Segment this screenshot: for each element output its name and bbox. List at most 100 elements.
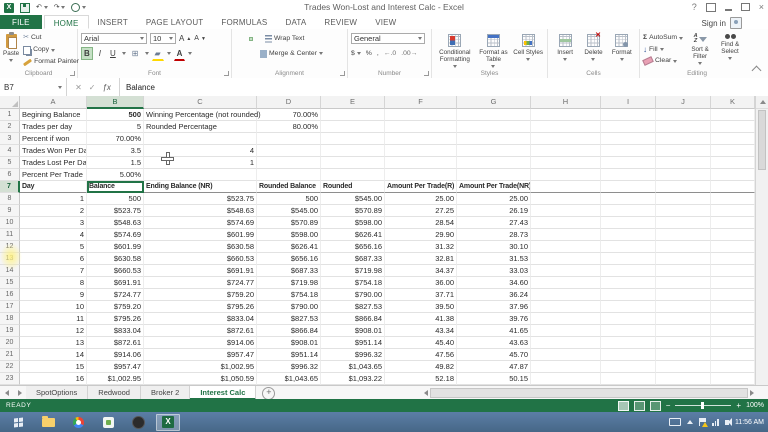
select-all-corner[interactable] bbox=[0, 96, 20, 109]
cell-H21[interactable] bbox=[531, 349, 601, 361]
column-header-E[interactable]: E bbox=[321, 96, 385, 109]
cell-G18[interactable]: 39.76 bbox=[457, 313, 531, 325]
cell-D17[interactable]: $790.00 bbox=[257, 301, 321, 313]
column-header-H[interactable]: H bbox=[531, 96, 601, 109]
cell-H2[interactable] bbox=[531, 121, 601, 133]
cell-E21[interactable]: $996.32 bbox=[321, 349, 385, 361]
cell-I19[interactable] bbox=[601, 325, 656, 337]
cell-E2[interactable] bbox=[321, 121, 385, 133]
cell-B14[interactable]: $660.53 bbox=[87, 265, 144, 277]
cell-F1[interactable] bbox=[385, 109, 457, 121]
cell-F18[interactable]: 41.38 bbox=[385, 313, 457, 325]
cell-B17[interactable]: $759.20 bbox=[87, 301, 144, 313]
cell-C19[interactable]: $872.61 bbox=[144, 325, 257, 337]
cell-C7[interactable]: Ending Balance (NR) bbox=[144, 181, 257, 193]
cell-D8[interactable]: 500 bbox=[257, 193, 321, 205]
cell-G2[interactable] bbox=[457, 121, 531, 133]
cell-G10[interactable]: 27.43 bbox=[457, 217, 531, 229]
cell-A22[interactable]: 15 bbox=[20, 361, 87, 373]
cell-G4[interactable] bbox=[457, 145, 531, 157]
cell-D18[interactable]: $827.53 bbox=[257, 313, 321, 325]
cell-G23[interactable]: 50.15 bbox=[457, 373, 531, 385]
font-color-button[interactable]: A bbox=[174, 47, 186, 61]
cell-A15[interactable]: 8 bbox=[20, 277, 87, 289]
cell-H19[interactable] bbox=[531, 325, 601, 337]
cell-G6[interactable] bbox=[457, 169, 531, 181]
row-header-20[interactable]: 20 bbox=[0, 337, 20, 349]
row-header-7[interactable]: 7 bbox=[0, 181, 20, 193]
align-right-button[interactable] bbox=[249, 52, 253, 56]
cell-G9[interactable]: 26.19 bbox=[457, 205, 531, 217]
network-icon[interactable] bbox=[712, 419, 719, 426]
cell-A1[interactable]: Begining Balance bbox=[20, 109, 87, 121]
align-left-button[interactable] bbox=[235, 52, 239, 56]
column-header-F[interactable]: F bbox=[385, 96, 457, 109]
cell-C18[interactable]: $833.04 bbox=[144, 313, 257, 325]
cell-F23[interactable]: 52.18 bbox=[385, 373, 457, 385]
horizontal-scrollbar[interactable] bbox=[424, 388, 754, 397]
cell-D23[interactable]: $1,043.65 bbox=[257, 373, 321, 385]
cell-D5[interactable] bbox=[257, 157, 321, 169]
cell-C9[interactable]: $548.63 bbox=[144, 205, 257, 217]
cell-C23[interactable]: $1,050.59 bbox=[144, 373, 257, 385]
autosum-button[interactable]: ΣAutoSum bbox=[643, 33, 683, 43]
cell-B19[interactable]: $833.04 bbox=[87, 325, 144, 337]
cell-K16[interactable] bbox=[711, 289, 755, 301]
cell-C17[interactable]: $795.26 bbox=[144, 301, 257, 313]
cell-B11[interactable]: $574.69 bbox=[87, 229, 144, 241]
cell-J21[interactable] bbox=[656, 349, 711, 361]
minimize-icon[interactable] bbox=[725, 9, 732, 11]
cell-F15[interactable]: 36.00 bbox=[385, 277, 457, 289]
cell-I6[interactable] bbox=[601, 169, 656, 181]
cell-J3[interactable] bbox=[656, 133, 711, 145]
cell-J18[interactable] bbox=[656, 313, 711, 325]
cell-C14[interactable]: $691.91 bbox=[144, 265, 257, 277]
cell-D15[interactable]: $719.98 bbox=[257, 277, 321, 289]
cell-G12[interactable]: 30.10 bbox=[457, 241, 531, 253]
cell-H12[interactable] bbox=[531, 241, 601, 253]
cell-C22[interactable]: $1,002.95 bbox=[144, 361, 257, 373]
cell-G14[interactable]: 33.03 bbox=[457, 265, 531, 277]
cell-K23[interactable] bbox=[711, 373, 755, 385]
cell-B4[interactable]: 3.5 bbox=[87, 145, 144, 157]
cell-H1[interactable] bbox=[531, 109, 601, 121]
format-painter-button[interactable]: Format Painter bbox=[23, 57, 79, 67]
cell-J22[interactable] bbox=[656, 361, 711, 373]
column-header-C[interactable]: C bbox=[144, 96, 257, 109]
page-layout-view-icon[interactable] bbox=[634, 401, 645, 411]
find-select-button[interactable]: Find & Select bbox=[717, 32, 743, 66]
cell-A14[interactable]: 7 bbox=[20, 265, 87, 277]
cell-H23[interactable] bbox=[531, 373, 601, 385]
cell-B20[interactable]: $872.61 bbox=[87, 337, 144, 349]
percent-style-button[interactable]: % bbox=[366, 49, 372, 59]
cell-A3[interactable]: Percent if won bbox=[20, 133, 87, 145]
row-header-21[interactable]: 21 bbox=[0, 349, 20, 361]
cell-D3[interactable] bbox=[257, 133, 321, 145]
cell-F13[interactable]: 32.81 bbox=[385, 253, 457, 265]
cell-G1[interactable] bbox=[457, 109, 531, 121]
cell-I2[interactable] bbox=[601, 121, 656, 133]
cell-K5[interactable] bbox=[711, 157, 755, 169]
conditional-formatting-button[interactable]: Conditional Formatting bbox=[435, 32, 475, 68]
clock[interactable]: 11:56 AM bbox=[735, 419, 764, 426]
cell-I22[interactable] bbox=[601, 361, 656, 373]
cell-C1[interactable]: Winning Percentage (not rounded) bbox=[144, 109, 257, 121]
app-taskbar-button[interactable] bbox=[96, 414, 120, 431]
row-header-15[interactable]: 15 bbox=[0, 277, 20, 289]
sheet-tab-interest-calc[interactable]: Interest Calc bbox=[190, 386, 256, 400]
cell-C8[interactable]: $523.75 bbox=[144, 193, 257, 205]
cell-D19[interactable]: $866.84 bbox=[257, 325, 321, 337]
cell-D9[interactable]: $545.00 bbox=[257, 205, 321, 217]
scroll-up-icon[interactable] bbox=[756, 96, 768, 109]
cell-H20[interactable] bbox=[531, 337, 601, 349]
cell-F20[interactable]: 45.40 bbox=[385, 337, 457, 349]
tab-home[interactable]: HOME bbox=[44, 15, 89, 29]
row-header-2[interactable]: 2 bbox=[0, 121, 20, 133]
cell-K1[interactable] bbox=[711, 109, 755, 121]
cell-F17[interactable]: 39.50 bbox=[385, 301, 457, 313]
cell-D16[interactable]: $754.18 bbox=[257, 289, 321, 301]
row-header-5[interactable]: 5 bbox=[0, 157, 20, 169]
vertical-scroll-thumb[interactable] bbox=[758, 110, 766, 170]
enter-icon[interactable]: ✓ bbox=[89, 83, 96, 92]
cell-B3[interactable]: 70.00% bbox=[87, 133, 144, 145]
